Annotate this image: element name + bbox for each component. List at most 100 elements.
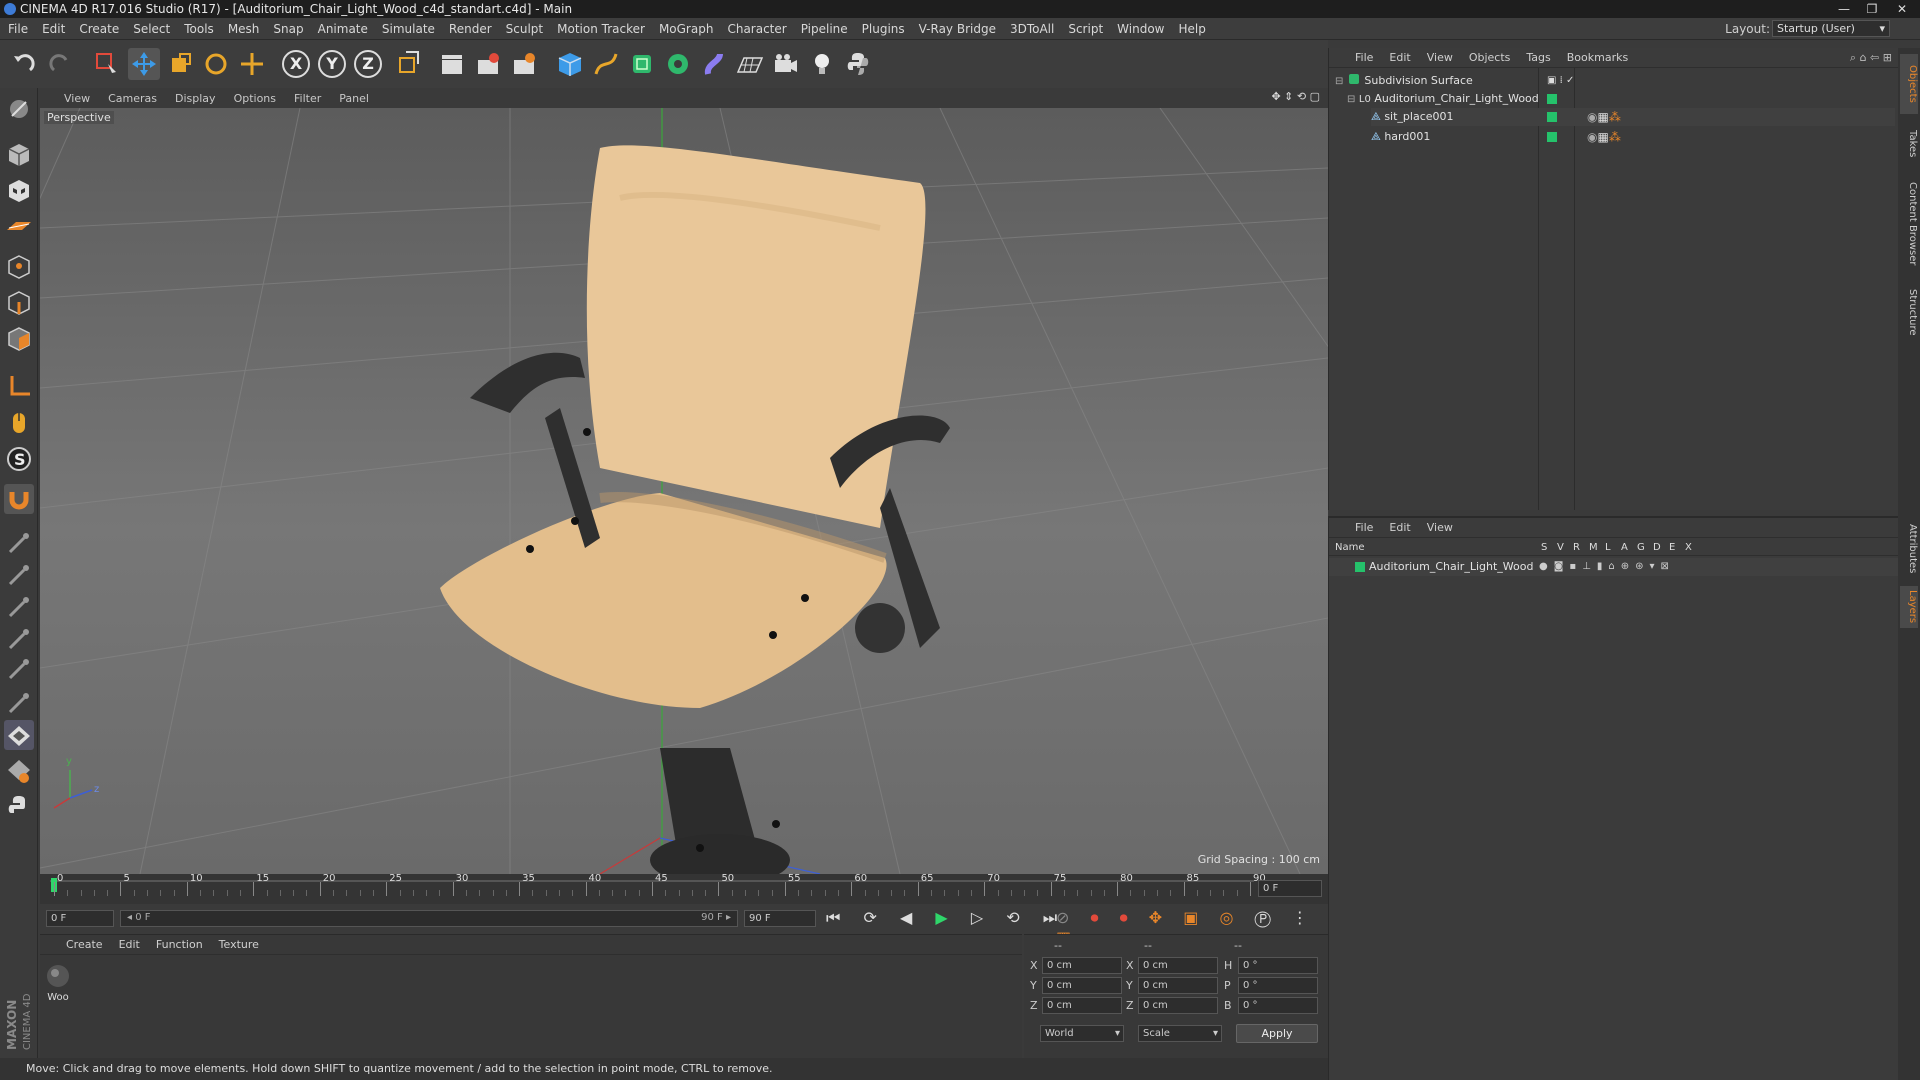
key-scale-icon[interactable]: ▣ bbox=[1183, 908, 1206, 927]
layer-col-view[interactable]: V bbox=[1557, 542, 1564, 553]
z-axis-lock-button[interactable]: Z bbox=[354, 50, 382, 78]
viewport-nav-icons[interactable]: ✥ ⇕ ⟲ ▢ bbox=[1271, 90, 1320, 103]
tab-layers[interactable]: Layers bbox=[1900, 586, 1918, 628]
collapse-icon[interactable]: ⊟ bbox=[1335, 76, 1343, 87]
maximize-button[interactable]: ❐ bbox=[1858, 0, 1886, 18]
record-loop-icon[interactable]: ⟳ bbox=[864, 908, 886, 927]
layer-col-xref[interactable]: X bbox=[1685, 542, 1692, 553]
timeline-ruler[interactable]: 0 5 10 15 20 25 30 35 40 45 50 55 60 65 70 75 80 85 90 0 F bbox=[40, 873, 1328, 904]
go-to-start-icon[interactable]: ⏮ bbox=[826, 908, 849, 927]
polygons-mode-button[interactable] bbox=[4, 324, 34, 354]
layer-col-animation[interactable]: A bbox=[1621, 542, 1628, 553]
coord-system-select[interactable]: World ▾ bbox=[1040, 1025, 1124, 1042]
3d-viewport[interactable]: y z Perspective Grid Spacing : 100 cm bbox=[40, 108, 1328, 874]
start-frame-field[interactable]: 0 F bbox=[46, 910, 114, 927]
menu-pipeline[interactable]: Pipeline bbox=[801, 22, 848, 36]
rot-p-field[interactable]: 0 ° bbox=[1238, 977, 1318, 994]
python-tool-button[interactable] bbox=[4, 792, 34, 822]
rot-b-field[interactable]: 0 ° bbox=[1238, 997, 1318, 1014]
pos-y-field[interactable]: 0 cm bbox=[1042, 977, 1122, 994]
om-menu-bookmarks[interactable]: Bookmarks bbox=[1567, 51, 1628, 64]
layout-select[interactable]: Startup (User) ▾ bbox=[1772, 20, 1890, 37]
material-menu-edit[interactable]: Edit bbox=[119, 938, 140, 951]
size-y-field[interactable]: 0 cm bbox=[1138, 977, 1218, 994]
edges-mode-button[interactable] bbox=[4, 288, 34, 318]
x-axis-lock-button[interactable]: X bbox=[282, 50, 310, 78]
layer-col-solo[interactable]: S bbox=[1541, 542, 1547, 553]
object-row-hard[interactable]: ⟁ hard001 ◉▦⁂ bbox=[1371, 128, 1895, 146]
model-mode-button[interactable] bbox=[4, 140, 34, 170]
viewport-menu-panel[interactable]: Panel bbox=[339, 92, 369, 105]
layer-color-icon[interactable] bbox=[1547, 132, 1557, 142]
edit-toggle-icon[interactable]: ▣ ⁞ ✓ bbox=[1547, 72, 1574, 90]
record-active-icon[interactable]: ⏺ bbox=[1091, 908, 1107, 927]
menu-tools[interactable]: Tools bbox=[184, 22, 214, 36]
layer-color-icon[interactable] bbox=[1547, 112, 1557, 122]
rotate-tool-button[interactable] bbox=[200, 48, 232, 80]
menu-3dtoall[interactable]: 3DToAll bbox=[1010, 22, 1054, 36]
checker-lock-button[interactable] bbox=[4, 756, 34, 786]
coord-mode-select[interactable]: Scale ▾ bbox=[1138, 1025, 1222, 1042]
layer-color-icon[interactable] bbox=[1547, 94, 1557, 104]
material-swatch[interactable]: Woo bbox=[44, 963, 72, 1003]
om-search-icon[interactable]: ⌕ ⌂ ⇦ ⊞ bbox=[1850, 51, 1892, 65]
viewport-menu-display[interactable]: Display bbox=[175, 92, 216, 105]
key-position-icon[interactable]: ✥ bbox=[1149, 908, 1170, 927]
size-z-field[interactable]: 0 cm bbox=[1138, 997, 1218, 1014]
add-spline-button[interactable] bbox=[590, 48, 622, 80]
menu-simulate[interactable]: Simulate bbox=[382, 22, 435, 36]
om-menu-objects[interactable]: Objects bbox=[1469, 51, 1511, 64]
magnet-tool-button[interactable] bbox=[4, 484, 34, 514]
apply-button[interactable]: Apply bbox=[1236, 1024, 1318, 1043]
current-frame-field[interactable]: 0 F bbox=[1258, 880, 1322, 897]
uvw-tag-icon[interactable]: ▦ bbox=[1597, 110, 1608, 124]
layer-col-deformers[interactable]: D bbox=[1653, 542, 1661, 553]
layer-col-expressions[interactable]: E bbox=[1669, 542, 1675, 553]
menu-mograph[interactable]: MoGraph bbox=[659, 22, 714, 36]
texture-mode-button[interactable] bbox=[4, 176, 34, 206]
om-menu-edit[interactable]: Edit bbox=[1389, 51, 1410, 64]
menu-window[interactable]: Window bbox=[1117, 22, 1164, 36]
sculpt-brush-2-button[interactable] bbox=[4, 560, 34, 590]
sculpt-brush-3-button[interactable] bbox=[4, 592, 34, 622]
menu-render[interactable]: Render bbox=[449, 22, 492, 36]
minimize-button[interactable]: — bbox=[1830, 0, 1858, 18]
collapse-icon[interactable]: ⊟ bbox=[1347, 94, 1355, 105]
sculpt-brush-4-button[interactable] bbox=[4, 624, 34, 654]
add-deformer-button[interactable] bbox=[698, 48, 730, 80]
add-generator-button[interactable] bbox=[626, 48, 658, 80]
tab-takes[interactable]: Takes bbox=[1900, 124, 1918, 164]
points-mode-button[interactable] bbox=[4, 252, 34, 282]
sculpt-brush-5-button[interactable] bbox=[4, 654, 34, 684]
object-row-chair[interactable]: ⊟ L0 Auditorium_Chair_Light_Wood bbox=[1347, 90, 1895, 108]
layer-col-generators[interactable]: G bbox=[1637, 542, 1645, 553]
menu-script[interactable]: Script bbox=[1068, 22, 1103, 36]
menu-animate[interactable]: Animate bbox=[318, 22, 368, 36]
axis-mode-button[interactable] bbox=[4, 372, 34, 402]
y-axis-lock-button[interactable]: Y bbox=[318, 50, 346, 78]
material-tags[interactable]: ◉▦⁂ bbox=[1587, 128, 1621, 146]
viewport-menu-filter[interactable]: Filter bbox=[294, 92, 321, 105]
sculpt-brush-6-button[interactable] bbox=[4, 688, 34, 718]
scale-tool-button[interactable] bbox=[164, 48, 196, 80]
layer-col-render[interactable]: R bbox=[1573, 542, 1580, 553]
material-tag-icon[interactable]: ◉ bbox=[1587, 130, 1597, 144]
redo-button[interactable] bbox=[44, 48, 76, 80]
add-light-button[interactable] bbox=[806, 48, 838, 80]
sculpt-brush-1-button[interactable] bbox=[4, 528, 34, 558]
phong-tag-icon[interactable]: ⁂ bbox=[1609, 130, 1621, 144]
lm-menu-file[interactable]: File bbox=[1355, 521, 1373, 534]
motion-record-icon[interactable]: ⊘ bbox=[1056, 908, 1077, 927]
add-camera-button[interactable] bbox=[770, 48, 802, 80]
live-select-button[interactable] bbox=[90, 48, 122, 80]
layer-col-manager[interactable]: M bbox=[1589, 542, 1598, 553]
tab-objects[interactable]: Objects bbox=[1900, 54, 1918, 114]
key-rotation-icon[interactable]: ◎ bbox=[1219, 908, 1241, 927]
pos-z-field[interactable]: 0 cm bbox=[1042, 997, 1122, 1014]
workplane-mode-button[interactable] bbox=[4, 212, 34, 242]
add-array-button[interactable] bbox=[662, 48, 694, 80]
render-view-button[interactable] bbox=[436, 48, 468, 80]
menu-help[interactable]: Help bbox=[1178, 22, 1205, 36]
checker-grid-button[interactable] bbox=[4, 720, 34, 750]
phong-tag-icon[interactable]: ⁂ bbox=[1609, 110, 1621, 124]
